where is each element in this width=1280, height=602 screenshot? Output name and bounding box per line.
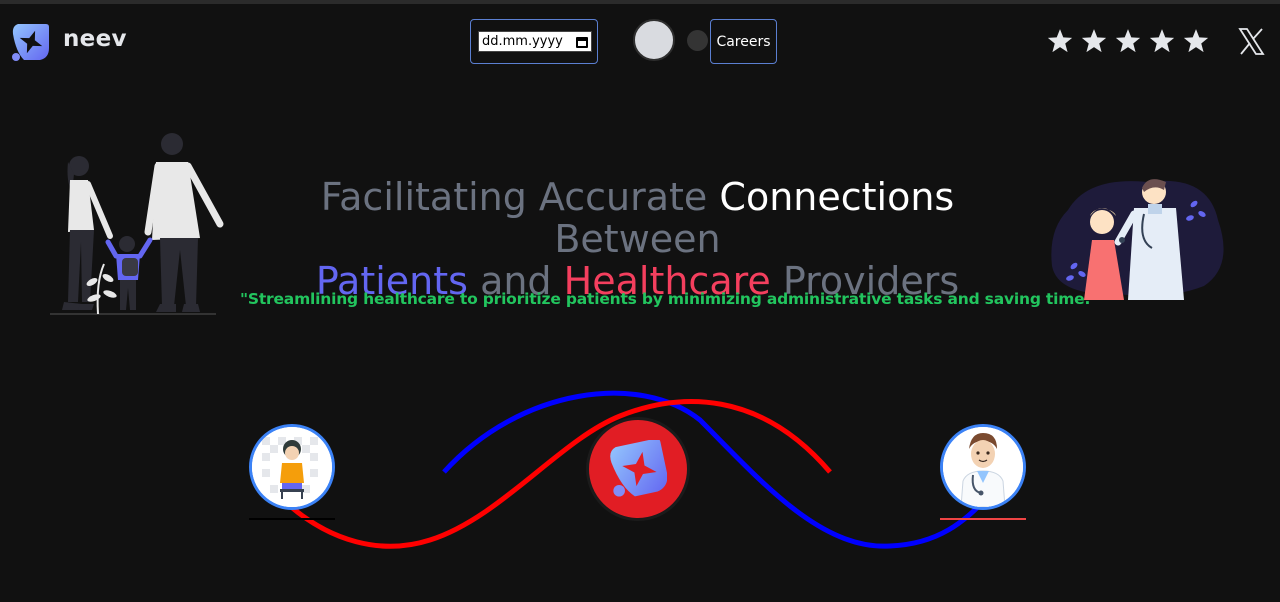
doctor-illustration [1051,179,1224,300]
patient-underline [249,518,335,520]
star-icon[interactable] [1080,27,1108,55]
patient-avatar[interactable] [249,424,335,510]
star-icon[interactable] [1114,27,1142,55]
neev-logo[interactable] [10,22,50,62]
headline-part: Facilitating Accurate [320,175,708,219]
date-picker-wrapper: dd.mm.yyyy [470,19,598,64]
star-icon[interactable] [1148,27,1176,55]
star-icon[interactable] [1046,27,1074,55]
family-illustration [50,133,224,315]
date-placeholder: dd.mm.yyyy [482,34,563,49]
neev-logo-badge [610,440,667,497]
star-icon[interactable] [1182,27,1210,55]
x-icon[interactable] [1238,28,1265,55]
hero-tagline: "Streamlining healthcare to prioritize p… [240,290,1099,308]
brand-name[interactable]: neev [63,26,127,52]
top-border [0,0,1280,4]
rating-stars [1046,27,1216,55]
theme-toggle-knob[interactable] [633,19,675,61]
calendar-icon[interactable] [576,36,588,48]
careers-button[interactable]: Careers [710,19,777,64]
date-input[interactable]: dd.mm.yyyy [478,31,592,52]
theme-toggle-track[interactable] [687,30,708,51]
center-logo-badge[interactable] [586,417,690,521]
doctor-underline [940,518,1026,520]
headline-highlight-connections: Connections [719,175,955,219]
headline-part: Between [554,217,721,261]
doctor-avatar[interactable] [940,424,1026,510]
hero-headline: Facilitating Accurate Connections Betwee… [240,176,1035,302]
